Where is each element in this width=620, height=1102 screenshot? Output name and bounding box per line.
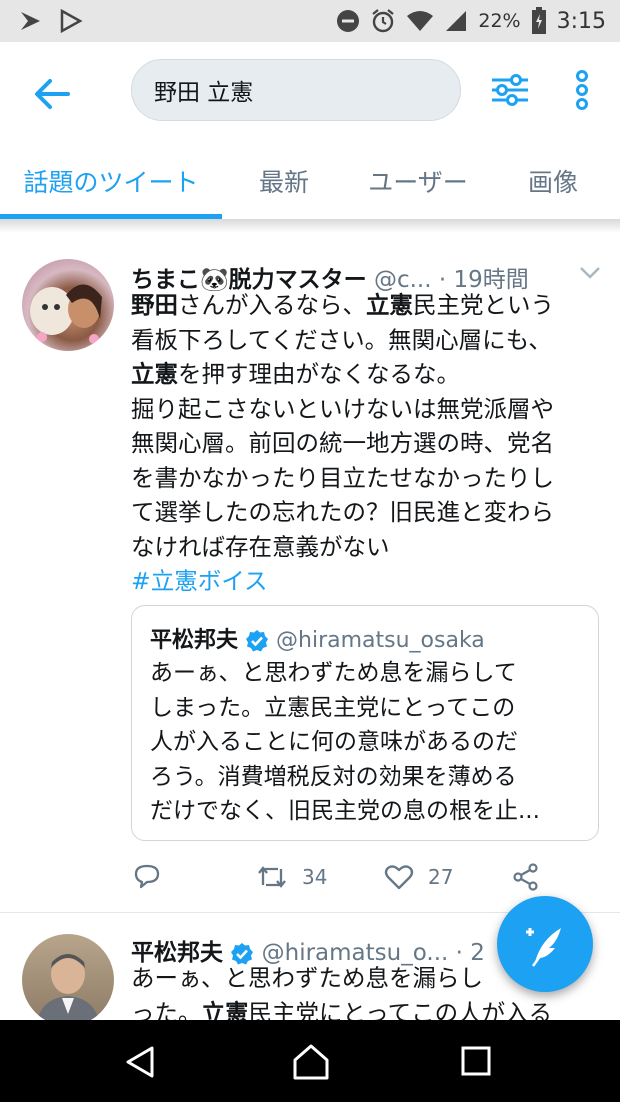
avatar[interactable]	[22, 259, 114, 351]
retweet-icon	[258, 866, 286, 888]
nav-recents-icon[interactable]	[461, 1046, 491, 1076]
tweet-actions: 34 27	[0, 855, 620, 899]
back-arrow-icon[interactable]	[30, 72, 74, 116]
text-line: 看板下ろしてください。無関心層にも、	[131, 325, 552, 354]
reply-icon	[134, 864, 160, 889]
like-button[interactable]: 27	[384, 855, 453, 899]
text-segment: 民主党という	[413, 291, 554, 319]
compose-tweet-button[interactable]	[497, 896, 593, 992]
signal-icon	[446, 11, 467, 31]
quoted-author-name: 平松邦夫	[150, 628, 239, 653]
retweet-button[interactable]: 34	[256, 855, 327, 899]
text-segment: 民主党にとってこの人が入る	[248, 998, 553, 1021]
text-line: を書かなかったり目立たせなかったりし	[131, 463, 554, 492]
reply-button[interactable]	[133, 855, 161, 899]
text-line: だけでなく、旧民主党の息の根を止...	[150, 798, 540, 824]
tab-bar: 話題のツイート 最新 ユーザー 画像	[0, 142, 620, 220]
chevron-down-icon[interactable]	[579, 266, 601, 280]
tab-users[interactable]: ユーザー	[346, 142, 490, 220]
text-line: 掘り起こさないといけないは無党派層や	[131, 394, 554, 423]
clock: 3:15	[556, 8, 606, 34]
dnd-icon	[337, 10, 360, 32]
text-segment: あーぁ、と思わずため息を漏らし	[131, 964, 484, 992]
quoted-text: あーぁ、と思わずため息を漏らして しまった。立憲民主党にとってこの 人が入ること…	[150, 656, 580, 829]
text-line: 無関心層。前回の統一地方選の時、党名	[131, 429, 554, 457]
app-bar: 野田 立憲	[0, 42, 620, 142]
bold-term: 野田	[131, 291, 178, 319]
text-line: しまった。立憲民主党にとってこの	[150, 694, 516, 721]
filter-icon[interactable]	[490, 70, 530, 110]
text-line: 人が入ることに何の意味があるのだ	[150, 729, 518, 755]
text-line: て選挙したの忘れたの？旧民進と変わら	[131, 498, 554, 526]
compose-feather-icon	[526, 928, 561, 967]
verified-badge-icon	[246, 630, 269, 652]
status-bar: 22% 3:15	[0, 0, 620, 42]
alarm-icon	[372, 9, 395, 33]
text-line: あーぁ、と思わずため息を漏らして	[150, 660, 517, 686]
bold-term: 立憲	[131, 360, 178, 388]
heart-icon	[384, 865, 414, 890]
share-icon	[513, 863, 538, 891]
text-segment: さんが入るなら、	[178, 291, 366, 319]
avatar-image	[37, 954, 99, 1020]
avatar-image	[30, 284, 102, 344]
more-vert-icon[interactable]	[568, 68, 596, 112]
notification-icon	[21, 12, 40, 30]
tab-latest[interactable]: 最新	[222, 142, 346, 220]
tab-top-tweets[interactable]: 話題のツイート	[0, 142, 222, 220]
tab-images[interactable]: 画像	[490, 142, 616, 220]
quoted-tweet[interactable]: 平松邦夫 @hiramatsu_osaka あーぁ、と思わずため息を漏らして し…	[131, 605, 599, 841]
avatar[interactable]	[22, 934, 114, 1020]
hashtag-link[interactable]: #立憲ボイス	[131, 564, 601, 599]
text-segment: った。	[131, 998, 202, 1021]
play-store-icon	[60, 8, 83, 34]
text-segment: を押す理由がなくなるな。	[178, 360, 460, 388]
system-nav-bar	[0, 1020, 620, 1102]
tweet-text: 野田さんが入るなら、立憲民主党という 看板下ろしてください。無関心層にも、 立憲…	[131, 288, 601, 599]
retweet-count: 34	[302, 865, 328, 889]
like-count: 27	[428, 865, 454, 889]
battery-icon	[531, 7, 546, 34]
bold-term: 立憲	[201, 998, 249, 1021]
search-input[interactable]: 野田 立憲	[131, 59, 461, 121]
text-line: ろう。消費増税反対の効果を薄める	[150, 763, 517, 790]
bold-term: 立憲	[366, 291, 413, 319]
text-line: なければ存在意義がない	[131, 532, 390, 561]
battery-percent: 22%	[478, 10, 521, 32]
quoted-author-handle: @hiramatsu_osaka	[276, 628, 485, 653]
share-button[interactable]	[512, 855, 540, 899]
tabs-shadow	[0, 219, 620, 233]
nav-home-icon[interactable]	[291, 1042, 331, 1082]
nav-back-icon[interactable]	[122, 1044, 158, 1080]
wifi-icon	[407, 11, 434, 31]
